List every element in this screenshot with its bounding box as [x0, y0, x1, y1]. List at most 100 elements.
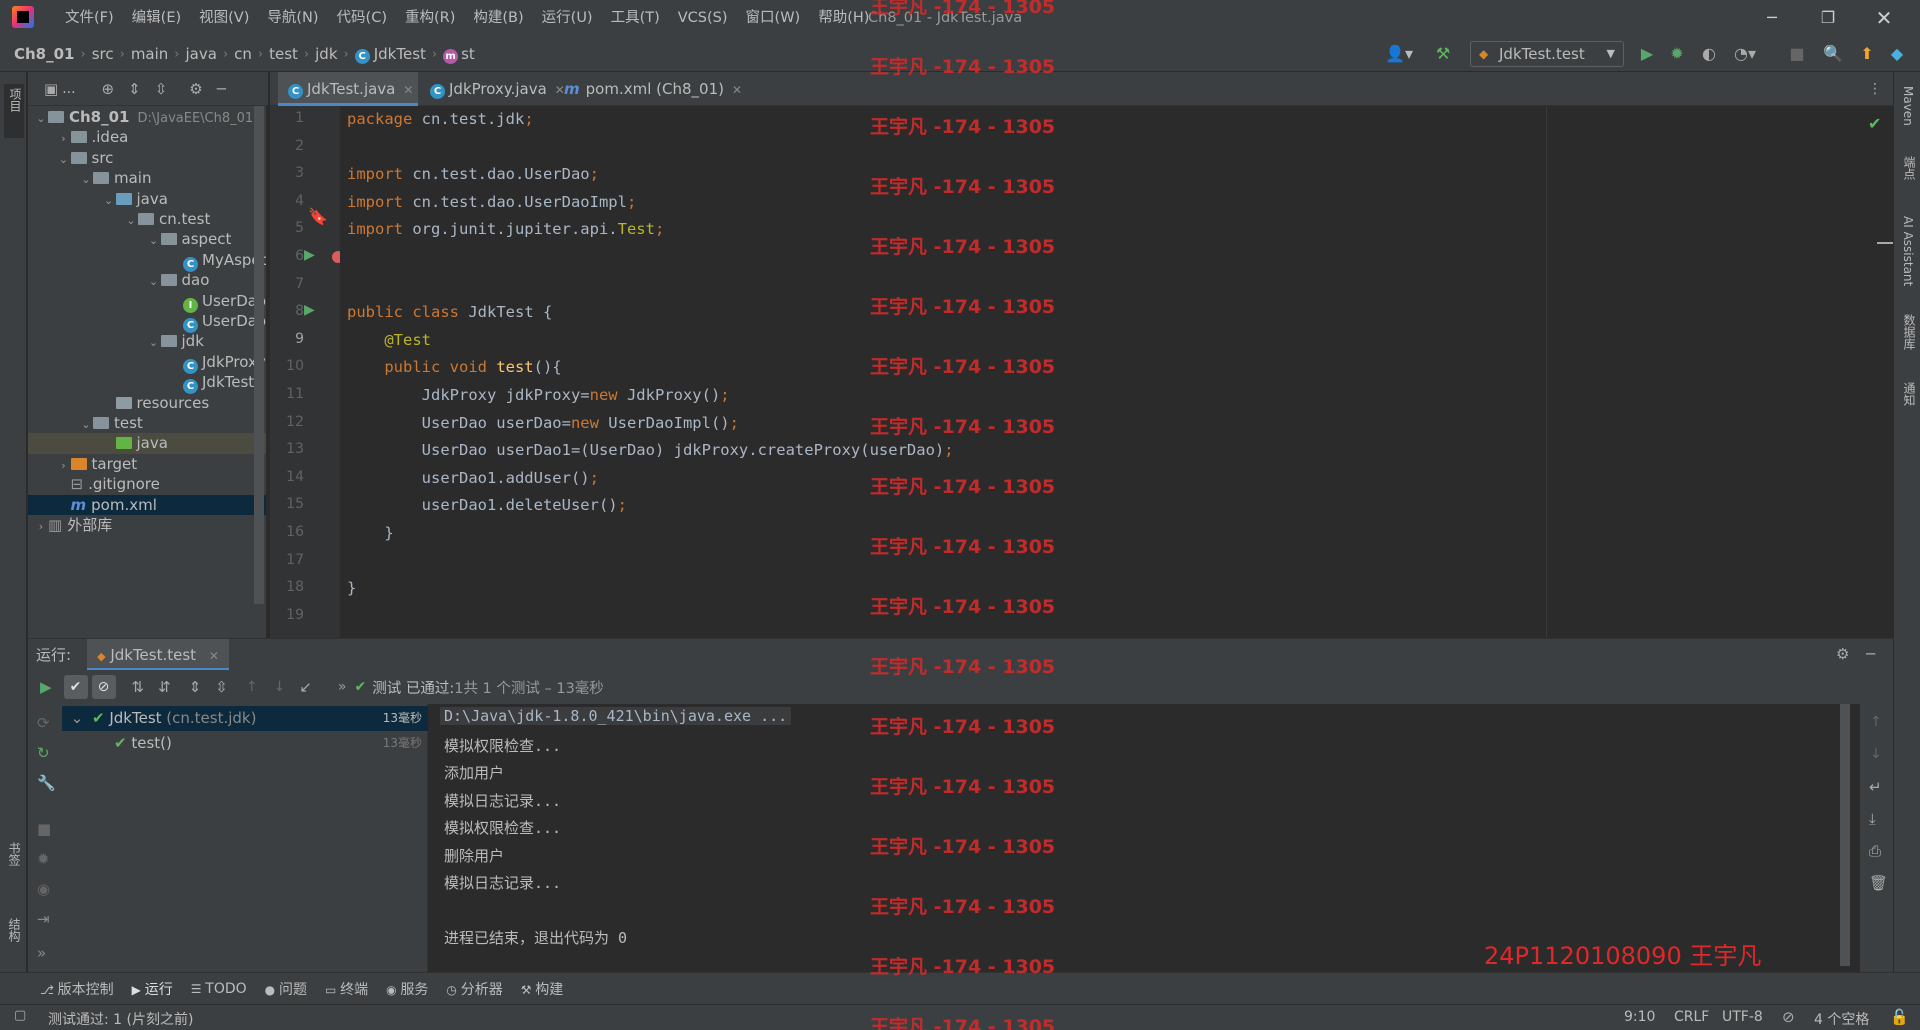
collapse-all-icon[interactable]: ⇳: [215, 678, 228, 696]
tree-item[interactable]: ⌄ Ch8_01 D:\JavaEE\Ch8_01: [28, 107, 266, 127]
chevron-right-icon[interactable]: ›: [57, 129, 71, 149]
next-failed-icon[interactable]: ↓: [274, 679, 286, 695]
tree-item[interactable]: C JdkTest: [28, 372, 266, 395]
bottom-tool-button[interactable]: ☰ TODO: [191, 981, 247, 997]
menu-item[interactable]: 导航(N): [258, 0, 327, 36]
breadcrumb-item[interactable]: main: [131, 45, 168, 63]
more-tabs-icon[interactable]: ⋮: [1868, 72, 1882, 106]
tree-item[interactable]: ⌄ cn.test: [28, 209, 266, 229]
indent-setting[interactable]: 4 个空格: [1814, 1009, 1869, 1029]
tree-item[interactable]: ⌄ jdk: [28, 331, 266, 351]
breadcrumb-item[interactable]: java: [186, 45, 217, 63]
menu-item[interactable]: 文件(F): [56, 0, 123, 36]
ai-assistant-icon[interactable]: ◆: [1886, 44, 1908, 64]
tree-item[interactable]: CMyAspect: [28, 250, 266, 272]
project-scrollbar[interactable]: [254, 106, 264, 604]
tree-item[interactable]: CUserDaoImpl: [28, 311, 266, 333]
chevron-down-icon[interactable]: ⌄: [79, 170, 93, 190]
test-tree-row[interactable]: ⌄ ✔ JdkTest (cn.test.jdk) 13毫秒: [62, 706, 428, 731]
project-view-icon[interactable]: ▣: [44, 80, 58, 98]
menu-item[interactable]: 运行(U): [533, 0, 602, 36]
bottom-tool-button[interactable]: ● 问题: [265, 979, 307, 999]
hide-icon[interactable]: ─: [1866, 645, 1875, 663]
show-passed-icon[interactable]: ✔: [63, 675, 88, 699]
breadcrumb-item[interactable]: m st: [443, 45, 475, 64]
import-tests-icon[interactable]: ↙: [299, 678, 312, 696]
right-tool-2[interactable]: AI Assistant: [1901, 216, 1915, 286]
right-tool-3[interactable]: 数据库: [1901, 314, 1918, 350]
tree-item[interactable]: ⌄ aspect: [28, 229, 266, 249]
rerun-failed-icon[interactable]: ⟳: [37, 714, 50, 732]
rerun-icon[interactable]: ▶: [40, 678, 52, 696]
console-output[interactable]: D:\Java\jdk-1.8.0_421\bin\java.exe ... 模拟…: [428, 704, 1840, 972]
breadcrumb-item[interactable]: cn: [234, 45, 252, 63]
debug-settings-icon[interactable]: ✹: [37, 850, 50, 868]
run-class-gutter-icon[interactable]: ▶: [304, 247, 315, 263]
run-tab[interactable]: ◆ JdkTest.test ✕: [87, 638, 229, 671]
run-config-selector[interactable]: ◆ JdkTest.test ▼: [1470, 41, 1624, 67]
trash-icon[interactable]: 🗑: [1869, 874, 1888, 892]
right-tool-4[interactable]: 通知: [1901, 382, 1918, 406]
menu-item[interactable]: 工具(T): [602, 0, 669, 36]
layout-icon[interactable]: ▢: [14, 1008, 26, 1023]
tree-item[interactable]: ⌄ dao: [28, 270, 266, 290]
stop-icon[interactable]: ■: [37, 820, 51, 838]
settings-gear-icon[interactable]: ⚙: [189, 80, 202, 98]
right-tool-0[interactable]: Maven: [1901, 86, 1915, 126]
chevron-down-icon[interactable]: ⌄: [147, 272, 161, 292]
line-separator[interactable]: CRLF: [1674, 1009, 1709, 1025]
bottom-tool-button[interactable]: ⎇ 版本控制: [40, 979, 114, 999]
tree-item[interactable]: I UserDao: [28, 291, 266, 313]
code-editor[interactable]: package cn.test.jdk; import cn.test.dao.U…: [340, 106, 1893, 638]
tree-item[interactable]: resources: [28, 393, 266, 413]
minimize-icon[interactable]: ─: [1744, 0, 1800, 36]
editor-scroll-thumb[interactable]: [1877, 242, 1893, 244]
locate-icon[interactable]: ⊕: [102, 80, 115, 98]
caret-position[interactable]: 9:10: [1624, 1009, 1655, 1025]
wrench-icon[interactable]: 🔧: [37, 774, 56, 792]
project-view-label[interactable]: ...: [62, 81, 75, 97]
breadcrumb-item[interactable]: Ch8_01: [14, 45, 75, 63]
search-icon[interactable]: 🔍: [1822, 44, 1844, 64]
scroll-up-icon[interactable]: ↑: [1870, 714, 1882, 730]
bottom-tool-button[interactable]: ◷ 分析器: [446, 979, 502, 999]
bookmarks-tool-label[interactable]: 书签: [6, 842, 23, 866]
settings-gear-icon[interactable]: ⚙: [1836, 645, 1849, 663]
test-tree-row[interactable]: ✔ test() 13毫秒: [62, 731, 428, 756]
exit-icon[interactable]: ⇥: [37, 910, 50, 928]
coverage-icon[interactable]: ◐: [1698, 44, 1720, 64]
print-icon[interactable]: ⎙: [1869, 842, 1881, 860]
tree-item[interactable]: ⌄ test: [28, 413, 266, 433]
tree-item[interactable]: ⊟ .gitignore: [28, 474, 266, 494]
tree-item[interactable]: ⌄ java: [28, 189, 266, 209]
structure-tool-label[interactable]: 结构: [6, 918, 23, 942]
stop-icon[interactable]: ■: [1786, 44, 1808, 64]
expand-all-icon[interactable]: ⇕: [128, 80, 141, 98]
menu-item[interactable]: 窗口(W): [737, 0, 810, 36]
scroll-to-end-icon[interactable]: ⤓: [1869, 810, 1876, 828]
file-encoding[interactable]: UTF-8: [1722, 1009, 1763, 1025]
bottom-tool-button[interactable]: ▭ 终端: [325, 979, 368, 999]
tree-item[interactable]: C JdkProxy: [28, 352, 266, 374]
camera-icon[interactable]: ◉: [37, 880, 50, 898]
project-tool-button[interactable]: 项目: [4, 84, 24, 138]
console-scrollbar[interactable]: [1840, 704, 1850, 966]
more-icon[interactable]: »: [37, 944, 46, 962]
no-problems-check-icon[interactable]: ✔: [1868, 114, 1881, 133]
menu-item[interactable]: 重构(R): [396, 0, 464, 36]
show-ignored-icon[interactable]: ⊘: [91, 675, 116, 699]
tree-item[interactable]: › target: [28, 454, 266, 474]
breadcrumb-item[interactable]: src: [92, 45, 114, 63]
inspection-icon[interactable]: ⊘: [1782, 1008, 1795, 1026]
bottom-tool-button[interactable]: ◉ 服务: [386, 979, 428, 999]
breadcrumb-item[interactable]: test: [269, 45, 298, 63]
restore-icon[interactable]: ❐: [1800, 0, 1856, 36]
account-icon[interactable]: 👤▾: [1384, 44, 1414, 64]
bottom-tool-button[interactable]: ⚒ 构建: [521, 979, 564, 999]
tree-item[interactable]: ⌄ src: [28, 148, 266, 168]
close-icon[interactable]: ✕: [1856, 0, 1912, 36]
editor-tab[interactable]: m pom.xml (Ch8_01) ✕: [554, 72, 754, 106]
breadcrumb-item[interactable]: C JdkTest: [354, 45, 426, 64]
close-icon[interactable]: ✕: [403, 83, 413, 97]
intellij-logo-icon[interactable]: [12, 6, 34, 28]
